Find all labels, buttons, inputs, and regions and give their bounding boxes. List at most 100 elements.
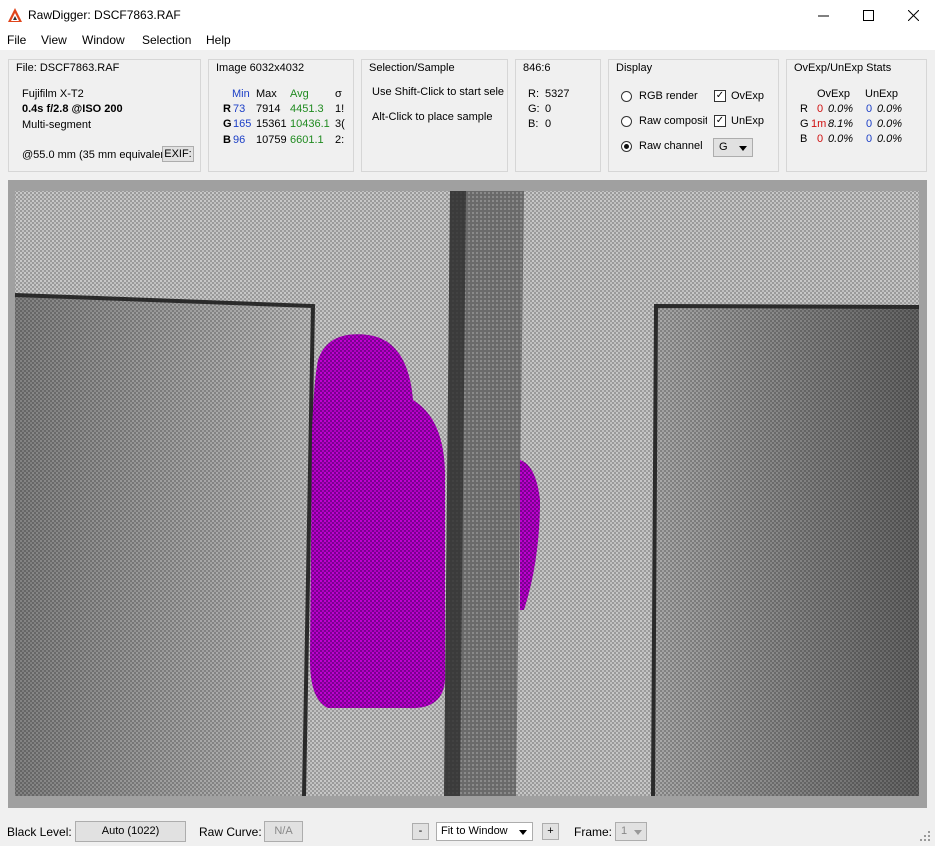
raw-channel-image[interactable] [8, 180, 927, 808]
zoom-select[interactable]: Fit to Window [436, 822, 533, 841]
row-b-max: 10759 [256, 134, 287, 146]
row-r-avg: 4451.3 [290, 103, 324, 115]
sample-g-value: 0 [545, 103, 552, 115]
sample-coords: 846:6 [523, 62, 551, 74]
sample-readout-panel: 846:6 R: 5327 G: 0 B: 0 [515, 59, 601, 172]
menu-bar: File View Window Selection Help [0, 30, 935, 50]
black-level-button[interactable]: Auto (1022) [75, 821, 186, 842]
frame-select[interactable]: 1 [615, 822, 647, 841]
raw-composite-radio-button[interactable] [621, 116, 632, 127]
stats-b-un-pct: 0.0% [877, 133, 903, 145]
file-panel-title: File: DSCF7863.RAF [16, 62, 120, 74]
menu-file[interactable]: File [7, 33, 26, 47]
close-button[interactable] [890, 0, 935, 30]
chevron-down-icon [634, 830, 642, 835]
ovexp-check-icon[interactable]: ✓ [714, 90, 726, 102]
sample-r-value: 5327 [545, 88, 570, 100]
channel-select-value: G [719, 141, 728, 153]
rawdigger-logo-icon [8, 8, 22, 22]
stats-ovexp-header: OvExp [817, 88, 851, 100]
stats-g-ov-pct: 8.1% [828, 118, 854, 130]
row-r-max: 7914 [256, 103, 281, 115]
selection-panel-title: Selection/Sample [369, 62, 455, 74]
stats-g-channel: G [800, 118, 809, 130]
stats-unexp-header: UnExp [865, 88, 899, 100]
row-r-sigma: 1! [335, 103, 345, 115]
unexp-check-icon[interactable]: ✓ [714, 115, 726, 127]
sample-b-label: B: [528, 118, 539, 130]
menu-help[interactable]: Help [206, 33, 231, 47]
maximize-button[interactable] [845, 0, 891, 30]
selection-hint-shift: Use Shift-Click to start sele [372, 86, 505, 98]
chevron-down-icon [519, 830, 527, 835]
stats-b-un-count: 0 [866, 133, 873, 145]
stats-g-un-pct: 0.0% [877, 118, 903, 130]
row-g-avg: 10436.1 [290, 118, 330, 130]
raw-curve-button[interactable]: N/A [264, 821, 303, 842]
min-header: Min [232, 88, 250, 100]
stats-r-ov-pct: 0.0% [828, 103, 854, 115]
sample-g-label: G: [528, 103, 540, 115]
minimize-icon [817, 15, 829, 16]
status-bar: Black Level: Auto (1022) Raw Curve: N/A … [0, 817, 935, 846]
exposure-info: 0.4s f/2.8 @ISO 200 [22, 103, 123, 115]
row-g-max: 15361 [256, 118, 287, 130]
raw-channel-label: Raw channel [639, 140, 703, 152]
display-panel-title: Display [616, 62, 653, 74]
stats-r-un-pct: 0.0% [877, 103, 903, 115]
row-g-min: 165 [233, 118, 252, 130]
rgb-render-radio-button[interactable] [621, 91, 632, 102]
row-g-sigma: 3( [335, 118, 345, 130]
sigma-header: σ [335, 88, 342, 100]
minimize-button[interactable] [800, 0, 846, 30]
stats-panel-title: OvExp/UnExp Stats [794, 62, 892, 74]
row-b-channel: B [223, 134, 231, 146]
row-b-min: 96 [233, 134, 246, 146]
image-viewer[interactable] [8, 180, 927, 808]
channel-select[interactable]: G [713, 138, 753, 157]
exposure-stats-panel: OvExp/UnExp Stats OvExp UnExp R 0 0.0% 0… [786, 59, 927, 172]
row-b-sigma: 2: [335, 134, 345, 146]
stats-b-ov-count: 0 [817, 133, 824, 145]
image-stats-panel: Image 6032x4032 Min Max Avg σ R 73 7914 … [208, 59, 354, 172]
selection-panel: Selection/Sample Use Shift-Click to star… [361, 59, 508, 172]
window-title: RawDigger: DSCF7863.RAF [28, 8, 181, 22]
black-level-label: Black Level: [7, 825, 72, 839]
raw-composite-label: Raw composite [639, 115, 707, 127]
resize-grip-icon[interactable] [920, 831, 932, 843]
row-g-channel: G [223, 118, 232, 130]
row-b-avg: 6601.1 [290, 134, 324, 146]
focal-length: @55.0 mm (35 mm equivalen [22, 149, 167, 161]
close-icon [907, 9, 919, 21]
row-r-min: 73 [233, 103, 246, 115]
zoom-select-value: Fit to Window [441, 825, 508, 837]
ovexp-label: OvExp [731, 90, 765, 102]
selection-hint-alt: Alt-Click to place sample [372, 111, 493, 123]
stats-g-ov-count: 1m [811, 118, 827, 130]
stats-g-un-count: 0 [866, 118, 873, 130]
display-panel: Display RGB render Raw composite Raw cha… [608, 59, 779, 172]
stats-r-un-count: 0 [866, 103, 873, 115]
max-header: Max [256, 88, 277, 100]
menu-selection[interactable]: Selection [142, 33, 191, 47]
segment-info: Multi-segment [22, 119, 92, 131]
camera-model: Fujifilm X-T2 [22, 88, 84, 100]
rgb-render-label: RGB render [639, 90, 698, 102]
zoom-out-button[interactable]: - [412, 823, 429, 840]
row-r-channel: R [223, 103, 231, 115]
raw-curve-label: Raw Curve: [199, 825, 262, 839]
maximize-icon [862, 9, 874, 21]
menu-window[interactable]: Window [82, 33, 125, 47]
menu-view[interactable]: View [41, 33, 67, 47]
avg-header: Avg [290, 88, 309, 100]
stats-r-channel: R [800, 103, 808, 115]
exif-button[interactable]: EXIF: [162, 146, 194, 162]
file-info-panel: File: DSCF7863.RAF Fujifilm X-T2 0.4s f/… [8, 59, 201, 172]
zoom-in-button[interactable]: + [542, 823, 559, 840]
frame-select-value: 1 [621, 825, 628, 837]
frame-label: Frame: [574, 825, 613, 839]
chevron-down-icon [739, 146, 747, 151]
raw-channel-radio-button[interactable] [621, 141, 632, 152]
stats-b-channel: B [800, 133, 808, 145]
stats-r-ov-count: 0 [817, 103, 824, 115]
